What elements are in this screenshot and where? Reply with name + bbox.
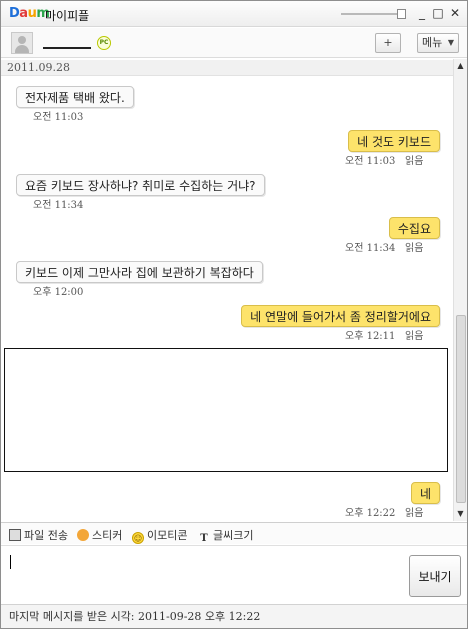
read-receipt: 읽음 [405,331,424,342]
message-bubble[interactable]: 요즘 키보드 장사하냐? 취미로 수집하는 거냐? [16,174,265,196]
font-size-button[interactable]: T 글씨크기 [198,527,253,545]
compose-toolbar: 파일 전송 스티커 ☺ 이모티콘 T 글씨크기 [1,522,467,544]
text-cursor [10,555,11,569]
emoticon-label: 이모티콘 [147,529,188,542]
window-title: 마이피플 [45,9,90,23]
message-sent: 네 것도 키보드 [348,130,440,152]
pc-status-badge: PC [97,36,111,50]
smiley-icon: ☺ [132,532,144,544]
message-sent: 수집요 [388,217,440,239]
message-sent: 네 [410,482,440,504]
message-bubble[interactable]: 수집요 [388,217,440,239]
message-bubble[interactable]: 전자제품 택배 왔다. [16,86,134,108]
close-icon[interactable]: ✕ [448,6,462,20]
scroll-down-icon[interactable]: ▼ [454,507,467,521]
emoticon-button[interactable]: ☺ 이모티콘 [132,527,187,544]
message-received: 요즘 키보드 장사하냐? 취미로 수집하는 거냐? [16,174,265,196]
add-user-button[interactable]: + [375,33,401,53]
font-size-icon: T [200,533,208,544]
message-time: 오후 12:11 [345,331,396,342]
chat-scrollbar[interactable]: ▲ ▼ [453,59,467,521]
message-time: 오후 12:22 [345,508,396,519]
minimize-icon[interactable]: _ [415,6,429,20]
message-bubble[interactable]: 키보드 이제 그만사라 집에 보관하기 복잡하다 [16,261,263,283]
message-time: 오전 11:34 [345,243,396,254]
sticker-icon [77,529,89,541]
message-bubble[interactable]: 네 연말에 들어가서 좀 정리할거에요 [241,305,440,327]
message-time: 오전 11:03 [345,156,396,167]
blank-content-box [4,348,448,472]
opacity-slider-thumb[interactable] [397,9,406,19]
message-time: 오전 11:03 [33,112,84,123]
menu-label: 메뉴 [422,36,443,49]
sticker-button[interactable]: 스티커 [77,527,122,543]
title-bar[interactable]: Daum 마이피플 _ □ ✕ [1,1,467,27]
message-sent: 네 연말에 들어가서 좀 정리할거에요 [241,305,440,327]
message-received: 전자제품 택배 왔다. [16,86,134,108]
message-time: 오후 12:00 [33,287,84,298]
date-separator: 2011.09.28 [1,60,453,76]
avatar[interactable] [11,32,33,54]
message-time: 오전 11:34 [33,200,84,211]
send-button[interactable]: 보내기 [409,555,461,597]
menu-button[interactable]: 메뉴 ▼ [417,33,459,53]
scrollbar-thumb[interactable] [456,315,466,503]
status-bar: 마지막 메시지를 받은 시각: 2011-09-28 오후 12:22 [1,604,467,628]
read-receipt: 읽음 [405,508,424,519]
message-bubble[interactable]: 네 것도 키보드 [348,130,440,152]
sticker-label: 스티커 [92,529,123,542]
profile-bar: PC + 메뉴 ▼ [1,28,467,58]
floppy-disk-icon [9,529,21,541]
scroll-up-icon[interactable]: ▲ [454,59,467,73]
maximize-icon[interactable]: □ [431,6,445,20]
chat-window: Daum 마이피플 _ □ ✕ PC + 메뉴 ▼ 2011.09.28 전자제… [0,0,468,629]
opacity-slider-track[interactable] [341,13,403,15]
file-transfer-label: 파일 전송 [24,529,68,542]
file-transfer-button[interactable]: 파일 전송 [9,527,68,543]
chevron-down-icon: ▼ [447,38,454,47]
message-received: 키보드 이제 그만사라 집에 보관하기 복잡하다 [16,261,263,283]
read-receipt: 읽음 [405,243,424,254]
font-size-label: 글씨크기 [213,529,254,542]
contact-name-redacted [43,37,91,49]
message-input[interactable] [7,550,401,600]
chat-log[interactable]: 2011.09.28 전자제품 택배 왔다. 오전 11:03 네 것도 키보드… [1,59,453,521]
message-bubble[interactable]: 네 [410,482,440,504]
compose-area: 보내기 [1,545,467,603]
read-receipt: 읽음 [405,156,424,167]
add-user-icon: + [383,36,393,49]
daum-logo: Daum [9,6,50,21]
